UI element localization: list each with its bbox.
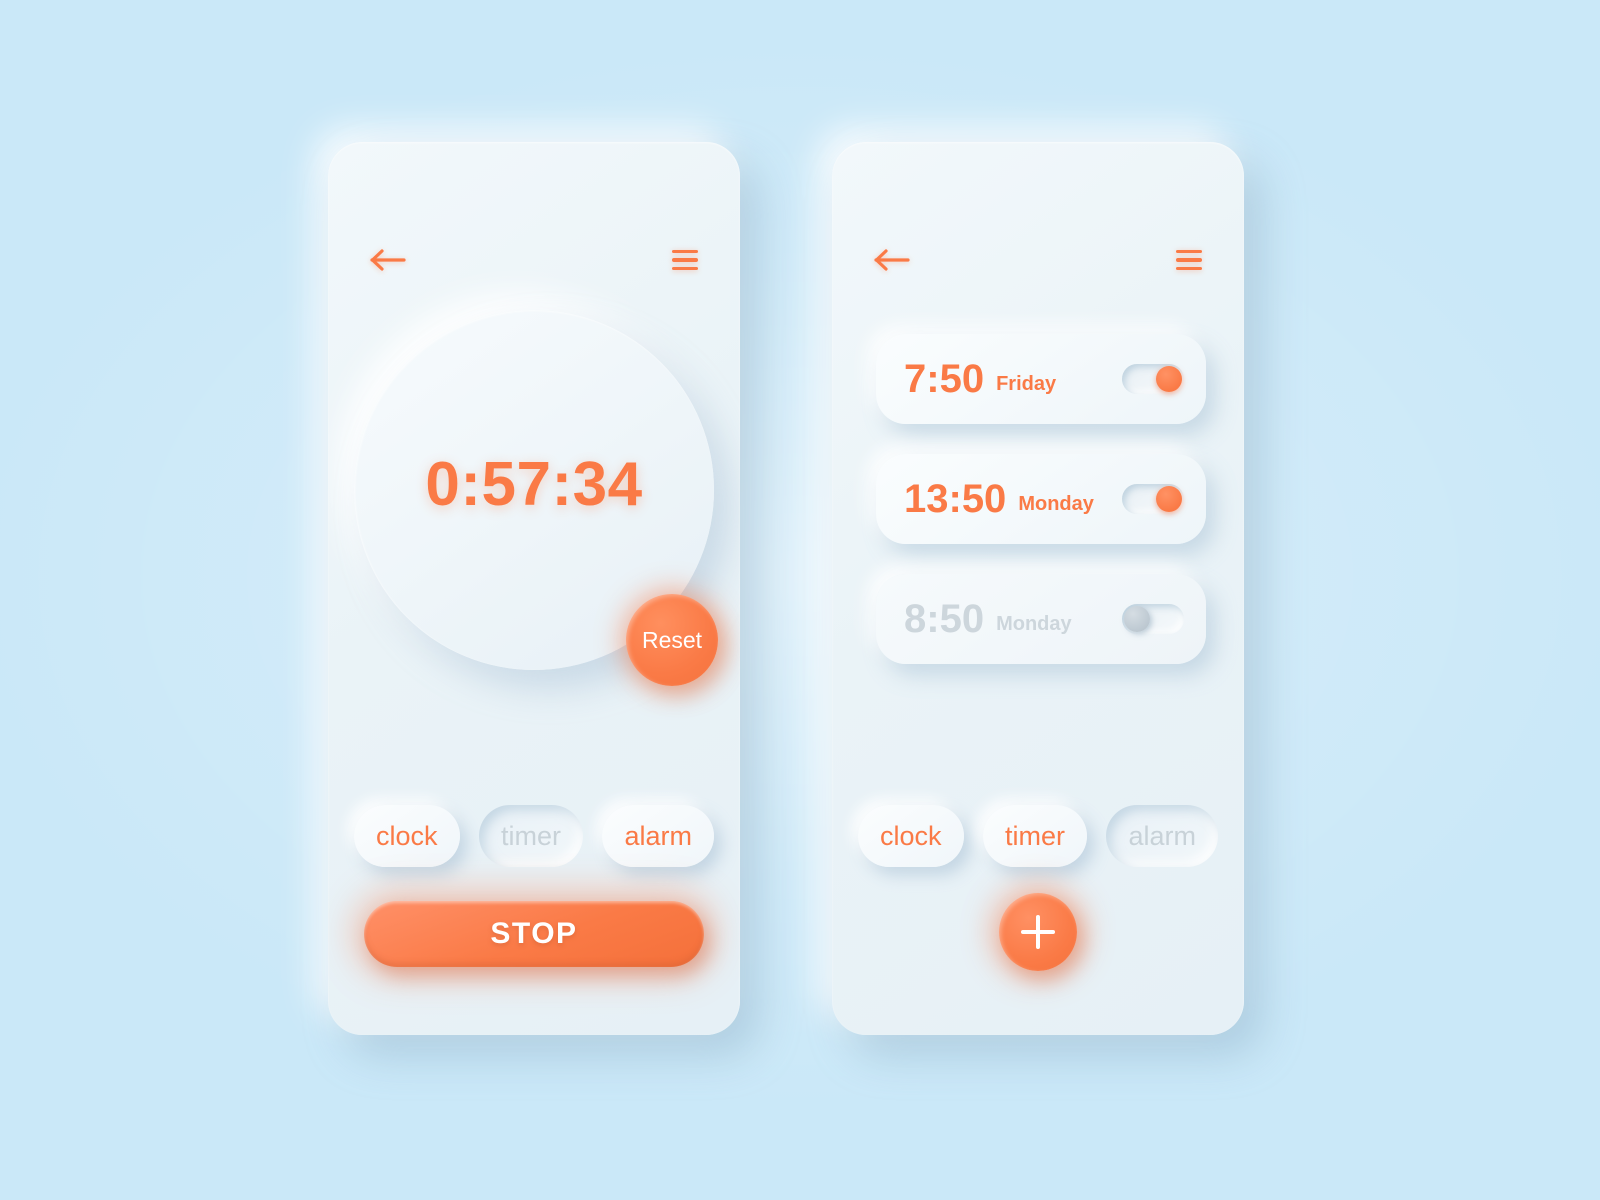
alarm-row[interactable]: 8:50 Monday xyxy=(876,574,1206,664)
tab-clock[interactable]: clock xyxy=(354,805,460,867)
timer-screen: 0:57:34 Reset clock timer alarm STOP xyxy=(328,142,740,1035)
alarm-toggle[interactable] xyxy=(1122,364,1184,394)
toggle-knob xyxy=(1124,606,1150,632)
menu-bar xyxy=(1176,250,1202,254)
alarm-header xyxy=(832,238,1244,282)
toggle-knob xyxy=(1156,366,1182,392)
stop-button[interactable]: STOP xyxy=(364,901,704,967)
screens-stage: 0:57:34 Reset clock timer alarm STOP 7:5… xyxy=(0,0,1600,1200)
menu-bar xyxy=(1176,266,1202,270)
tab-timer[interactable]: timer xyxy=(983,805,1087,867)
menu-bar xyxy=(672,266,698,270)
alarm-day: Monday xyxy=(1018,492,1094,515)
alarm-time: 8:50 xyxy=(904,597,985,641)
timer-tab-bar: clock timer alarm xyxy=(354,805,714,867)
back-arrow-icon[interactable] xyxy=(874,247,912,273)
alarm-list: 7:50 Friday 13:50 Monday 8:50 Monday xyxy=(876,334,1206,694)
tab-alarm[interactable]: alarm xyxy=(1106,805,1218,867)
tab-alarm[interactable]: alarm xyxy=(602,805,714,867)
add-alarm-button[interactable] xyxy=(999,893,1077,971)
alarm-day: Friday xyxy=(996,372,1057,395)
menu-bar xyxy=(672,258,698,262)
alarm-toggle[interactable] xyxy=(1122,604,1184,634)
alarm-row[interactable]: 7:50 Friday xyxy=(876,334,1206,424)
alarm-row[interactable]: 13:50 Monday xyxy=(876,454,1206,544)
alarm-screen: 7:50 Friday 13:50 Monday 8:50 Monday clo… xyxy=(832,142,1244,1035)
tab-clock[interactable]: clock xyxy=(858,805,964,867)
alarm-day: Monday xyxy=(996,612,1072,635)
back-arrow-icon[interactable] xyxy=(370,247,408,273)
alarm-time: 13:50 xyxy=(904,477,1007,521)
toggle-knob xyxy=(1156,486,1182,512)
hamburger-menu-icon[interactable] xyxy=(672,250,698,270)
alarm-time: 7:50 xyxy=(904,357,985,401)
menu-bar xyxy=(672,250,698,254)
timer-value: 0:57:34 xyxy=(425,449,643,519)
menu-bar xyxy=(1176,258,1202,262)
tab-timer[interactable]: timer xyxy=(479,805,583,867)
alarm-toggle[interactable] xyxy=(1122,484,1184,514)
plus-icon xyxy=(1035,915,1041,949)
reset-button[interactable]: Reset xyxy=(626,594,718,686)
alarm-tab-bar: clock timer alarm xyxy=(858,805,1218,867)
timer-header xyxy=(328,238,740,282)
hamburger-menu-icon[interactable] xyxy=(1176,250,1202,270)
